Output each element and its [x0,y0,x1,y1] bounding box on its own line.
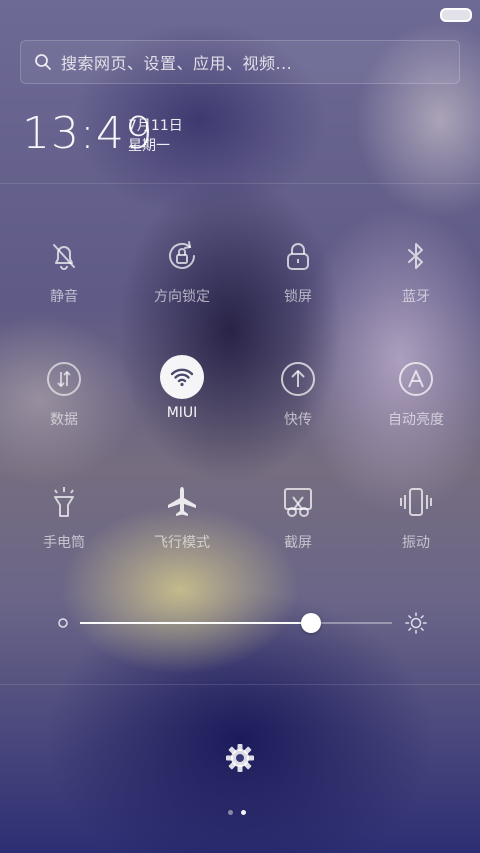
brightness-low-icon [58,618,68,628]
gear-icon [226,744,254,772]
toggle-airplane[interactable]: 飞行模式 [124,478,240,578]
search-icon [35,54,51,70]
bluetooth-icon [392,232,440,280]
toggle-label: 振动 [402,535,430,551]
toggle-mute[interactable]: 静音 [6,232,122,332]
page-indicator [228,810,246,815]
toggle-label: 方向锁定 [154,289,210,305]
weekday-label: 星期一 [128,138,170,154]
lock-icon [274,232,322,280]
toggle-label: 数据 [50,412,78,428]
date-label: 7月11日 [128,118,183,134]
toggle-label: 飞行模式 [154,535,210,551]
control-center: 搜索网页、设置、应用、视频... 13:49 7月11日 星期一 静音 方向锁定… [0,0,480,853]
vibrate-icon [392,478,440,526]
quick-transfer-icon [274,355,322,403]
toggle-mobile-data[interactable]: 数据 [6,355,122,455]
toggle-vibrate[interactable]: 振动 [358,478,474,578]
toggle-label: 截屏 [284,535,312,551]
search-bar[interactable]: 搜索网页、设置、应用、视频... [20,40,460,84]
page-dot-active[interactable] [241,810,246,815]
clock-date: 7月11日 星期一 [128,116,183,156]
toggle-bluetooth[interactable]: 蓝牙 [358,232,474,332]
brightness-high-icon [405,612,427,634]
divider [0,684,480,685]
toggle-label: 手电筒 [43,535,85,551]
mobile-data-icon [40,355,88,403]
toggle-label: 快传 [284,412,312,428]
toggle-label: 蓝牙 [402,289,430,305]
brightness-knob[interactable] [300,613,321,633]
page-dot[interactable] [228,810,233,815]
brightness-slider[interactable] [56,608,428,638]
toggle-label: 锁屏 [284,289,312,305]
battery-icon [440,8,472,22]
toggle-rotation-lock[interactable]: 方向锁定 [124,232,240,332]
auto-brightness-icon [392,355,440,403]
brightness-fill [80,622,311,624]
toggle-label: 静音 [50,289,78,305]
wifi-icon [160,355,204,399]
toggle-auto-brightness[interactable]: 自动亮度 [358,355,474,455]
toggle-flashlight[interactable]: 手电筒 [6,478,122,578]
screenshot-icon [274,478,322,526]
toggle-lock-screen[interactable]: 锁屏 [240,232,356,332]
airplane-icon [158,478,206,526]
divider [0,183,480,184]
toggle-quick-transfer[interactable]: 快传 [240,355,356,455]
flashlight-icon [40,478,88,526]
toggle-wifi[interactable]: MIUI [124,355,240,455]
search-placeholder: 搜索网页、设置、应用、视频... [61,54,293,73]
toggle-label: MIUI [166,405,198,421]
mute-bell-icon [40,232,88,280]
rotation-lock-icon [158,232,206,280]
toggle-grid: 静音 方向锁定 锁屏 蓝牙 数据 MIUI 快传 自动亮度 手电筒 飞行模式 截… [0,232,480,562]
settings-button[interactable] [224,742,256,774]
toggle-label: 自动亮度 [388,412,444,428]
toggle-screenshot[interactable]: 截屏 [240,478,356,578]
